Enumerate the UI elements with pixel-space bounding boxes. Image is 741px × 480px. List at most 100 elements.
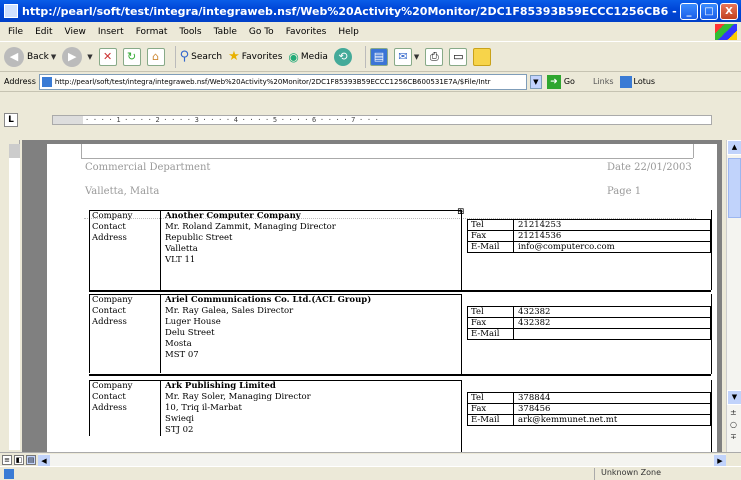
ie-page-icon [619,75,632,88]
phone-table: Tel 432382 Fax 432382 E-Mail [467,306,711,340]
page-status-icon [4,468,14,479]
menu-view[interactable]: View [65,27,86,37]
close-button[interactable]: X [720,2,738,20]
minimize-button[interactable]: _ [680,2,698,20]
address-label: Address [4,77,36,86]
forward-arrow-icon: ▶ [62,46,83,67]
header-page: Page 1 [607,186,642,197]
search-icon: ⚲ [179,49,190,64]
edit-icon: ▭ [449,47,468,66]
links-toolbar[interactable]: Links [593,77,614,86]
notes-icon: ▤ [369,47,388,66]
lotus-link[interactable]: Lotus [619,75,655,88]
vertical-ruler[interactable] [6,140,20,450]
header-date: Date 22/01/2003 [607,162,692,173]
prev-page-icon[interactable]: ± [730,408,737,417]
menu-format[interactable]: Format [136,27,168,37]
print-layout-icon[interactable]: ▤ [26,454,36,465]
go-button[interactable]: ➜ Go [546,74,575,89]
search-button[interactable]: ⚲ Search [180,49,222,64]
scroll-thumb[interactable] [728,158,741,218]
security-zone: Unknown Zone [594,468,741,480]
refresh-icon: ↻ [122,47,141,66]
chevron-down-icon: ▼ [50,52,57,61]
browse-object-icon[interactable]: ○ [730,420,737,429]
contact-person: Mr. Ray Galea, Sales Director [165,306,294,316]
back-arrow-icon: ◀ [4,46,24,67]
chevron-down-icon: ▼ [87,52,93,61]
menu-insert[interactable]: Insert [98,27,124,37]
vertical-scrollbar[interactable]: ▲ ▼ ± ○ ∓ [726,140,741,452]
phone-table: Tel 21214253 Fax 21214536 E-Mail info@compu… [467,219,711,253]
home-button[interactable]: ⌂ [146,47,165,66]
star-icon: ★ [228,49,240,64]
page-icon [41,76,52,87]
mail-icon: ✉ [393,47,412,66]
horizontal-ruler[interactable]: · · · · 1 · · · · 2 · · · · 3 · · · · 4 … [52,115,712,125]
normal-view-icon[interactable]: ≡ [2,454,12,465]
tel-value: 432382 [518,307,551,317]
window-title: http://pearl/soft/test/integra/integrawe… [22,4,680,18]
history-button[interactable]: ⟲ [333,47,355,66]
history-icon: ⟲ [333,47,352,66]
status-bar: Unknown Zone [0,466,741,480]
email-value: ark@kemmunet.net.mt [518,415,618,425]
toolbar: ◀ Back ▼ ▶ ▼ ✕ ↻ ⌂ ⚲ Search ★ Favorites ◉ Medi… [0,42,741,72]
menu-edit[interactable]: Edit [35,27,52,37]
document-area[interactable]: Commercial Department Valletta, Malta Da… [22,140,722,452]
contact-person: Mr. Roland Zammit, Managing Director [165,222,336,232]
company-table: Company Another Computer Company Contact M… [89,210,461,292]
address-dropdown-button[interactable]: ▼ [529,74,542,89]
forward-button[interactable]: ▶ ▼ [62,46,93,67]
menu-file[interactable]: File [8,27,23,37]
edit-button[interactable]: ▭ [449,47,468,66]
menu-bar: File Edit View Insert Format Tools Table… [0,22,741,42]
windows-logo-icon [715,24,737,40]
company-table: Company Ark Publishing Limited Contact Mr.… [89,380,461,436]
fax-value: 378456 [518,404,551,414]
company-name: Ark Publishing Limited [165,381,276,391]
tab-selector[interactable]: L [4,113,18,127]
scroll-up-button[interactable]: ▲ [727,140,741,155]
company-name: Another Computer Company [165,211,301,221]
title-bar: http://pearl/soft/test/integra/integrawe… [0,0,741,22]
menu-goto[interactable]: Go To [249,27,274,37]
menu-table[interactable]: Table [214,27,237,37]
refresh-button[interactable]: ↻ [122,47,141,66]
media-icon: ◉ [288,49,299,64]
phone-table: Tel 378844 Fax 378456 E-Mail ark@kemmunet.n… [467,392,711,426]
document-page[interactable]: Commercial Department Valletta, Malta Da… [47,144,717,452]
stop-button[interactable]: ✕ [98,47,117,66]
notes-button[interactable]: ▤ [369,47,388,66]
folder-icon [473,47,492,66]
contact-person: Mr. Ray Soler, Managing Director [165,392,311,402]
favorites-button[interactable]: ★ Favorites [228,49,282,64]
company-name: Ariel Communications Co. Ltd.(ACL Group) [165,295,372,305]
menu-help[interactable]: Help [338,27,359,37]
mail-button[interactable]: ✉ ▼ [393,47,419,66]
folder-button[interactable] [473,47,492,66]
menu-favorites[interactable]: Favorites [286,27,327,37]
stop-icon: ✕ [98,47,117,66]
media-button[interactable]: ◉ Media [288,50,328,64]
print-button[interactable]: ⎙ [425,47,444,66]
table-move-handle-icon[interactable]: ⊞ [457,207,465,217]
web-view-icon[interactable]: ◧ [14,454,24,465]
email-value [514,329,518,339]
email-value: info@computerco.com [518,242,615,252]
address-bar: Address http://pearl/soft/test/integra/i… [0,72,741,92]
tel-value: 378844 [518,393,551,403]
horizontal-scrollbar[interactable]: ≡ ◧ ▤ ≣ ◀ ▶ [0,452,741,467]
scroll-down-button[interactable]: ▼ [727,390,741,405]
next-page-icon[interactable]: ∓ [730,432,737,441]
maximize-button[interactable]: □ [700,2,718,20]
fax-value: 21214536 [518,231,562,241]
toolbar-separator [174,45,176,68]
print-icon: ⎙ [425,47,444,66]
go-arrow-icon: ➜ [546,74,561,89]
ruler-marks: · · · · 1 · · · · 2 · · · · 3 · · · · 4 … [85,116,379,124]
address-input[interactable]: http://pearl/soft/test/integra/integrawe… [38,73,527,90]
back-button[interactable]: ◀ Back ▼ [4,46,57,67]
header-department: Commercial Department [85,162,211,173]
menu-tools[interactable]: Tools [179,27,201,37]
